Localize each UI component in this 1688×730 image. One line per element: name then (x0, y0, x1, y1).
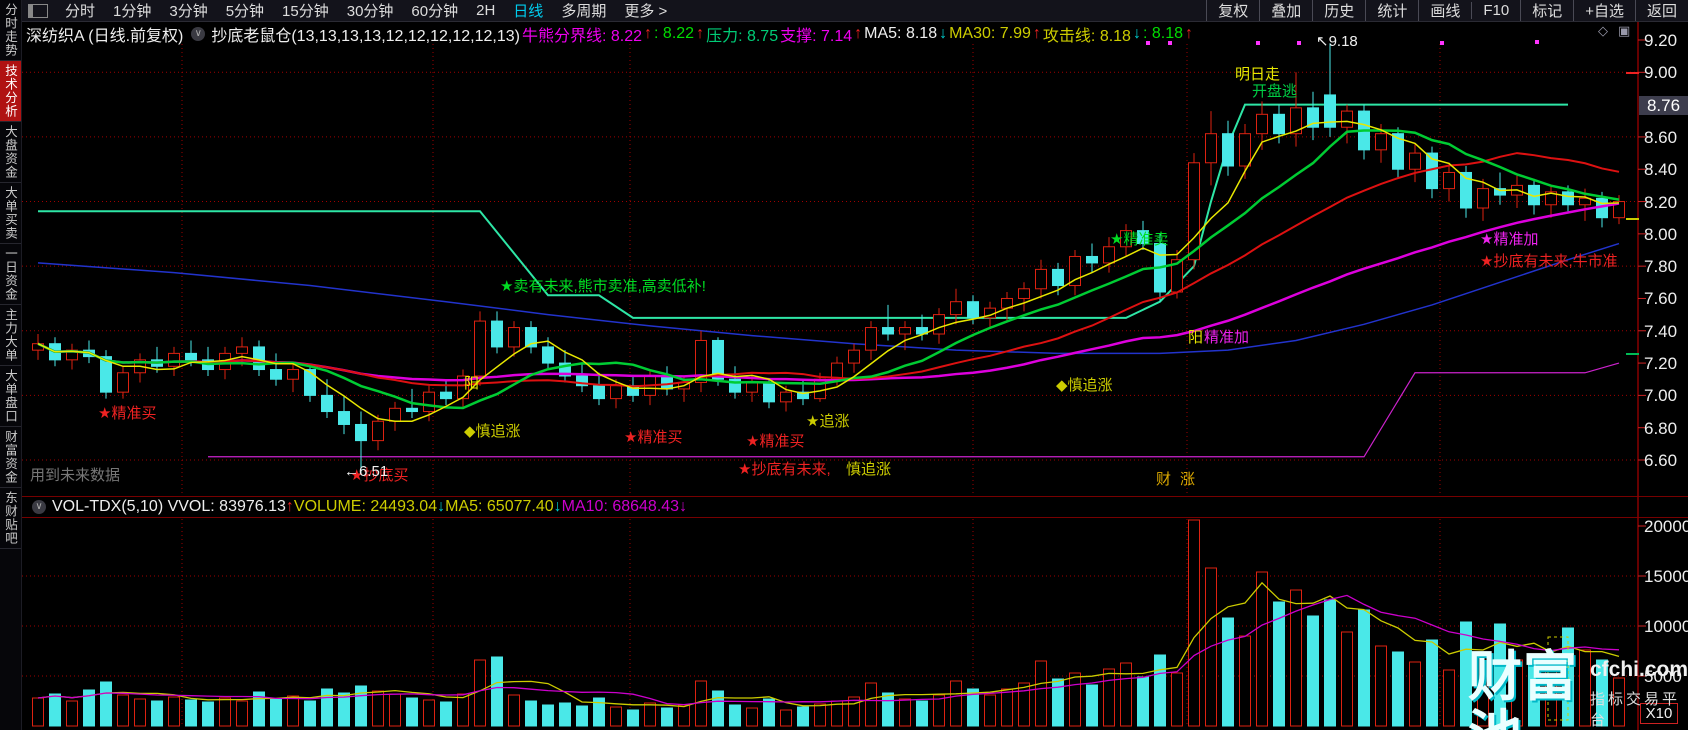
chart-annotation-7: ★抄底有未来, (738, 461, 831, 478)
volume-axis-label: 10000 (1644, 617, 1688, 636)
chart-annotation-8: 慎追涨 (846, 461, 892, 478)
price-axis-label: 7.80 (1644, 257, 1678, 277)
chart-annotation-10: ←6.51 (344, 463, 389, 480)
sidebar-item-1[interactable]: 技术分析 (0, 61, 21, 122)
title-segment-16: : 8.18 (1142, 25, 1183, 42)
chart-annotation-6: ★追涨 (806, 413, 850, 430)
volume-pane-header: ∨ VOL-TDX(5,10) VVOL: 83976.13 ↑ VOLUME: 2… (26, 498, 687, 516)
current-price-badge: 8.76 (1639, 95, 1688, 115)
volhdr-segment-6: MA10: 68648.43 (561, 498, 680, 515)
volhdr-segment-4: MA5: 65077.40 (445, 498, 554, 515)
chart-annotation-18: ↖9.18 (1316, 33, 1358, 50)
title-segment-6: ↑ (696, 25, 705, 42)
chart-annotation-3: ★精准买 (98, 405, 157, 422)
volhdr-segment-5: ↓ (553, 498, 562, 515)
title-segment-9: ↑ (854, 25, 863, 42)
chart-annotation-1: 阳 (464, 375, 480, 392)
price-axis-label: 7.60 (1644, 289, 1678, 309)
price-axis-label: 6.80 (1644, 418, 1678, 438)
watermark-domain: cfchi.com (1589, 658, 1688, 681)
price-axis-label: 8.40 (1644, 160, 1678, 180)
title-segment-15: ↓ (1132, 25, 1141, 42)
watermark: 财富池 cfchi.com 指标交易平台 (1468, 647, 1688, 730)
volhdr-segment-1: ↑ (285, 498, 294, 515)
chart-annotation-0: ★卖有未来,熊市卖准,高卖低补! (500, 278, 706, 295)
title-segment-14: 攻击线: 8.18 (1042, 28, 1131, 45)
price-axis-label: 8.00 (1644, 224, 1678, 244)
price-axis-label: 7.40 (1644, 321, 1678, 341)
sidebar-item-2[interactable]: 大盘资金 (0, 122, 21, 183)
price-axis-label: 6.60 (1644, 451, 1678, 470)
price-axis-label: 9.00 (1644, 63, 1678, 83)
price-axis-label: 9.20 (1644, 31, 1678, 50)
sidebar-item-5[interactable]: 主力大单 (0, 305, 21, 366)
title-segment-7: 压力: 8.75 (706, 28, 779, 45)
title-segment-3: 牛熊分界线: 8.22 (521, 28, 643, 45)
volume-axis-label: 15000 (1644, 567, 1688, 586)
chart-annotation-4: ★精准买 (624, 429, 683, 446)
chart-annotation-22: 涨 (1180, 471, 1196, 488)
indicator-titlebar: 深纺织A (日线.前复权) ∨ 抄底老鼠仓(13,13,13,13,12,12,12… (26, 24, 1195, 45)
title-segment-5: : 8.22 (654, 25, 695, 42)
chart-annotation-16: 明日走 (1235, 66, 1281, 83)
left-sidebar: 分时走势 技术分析 大盘资金 大单买卖 一日资金 主力大单 大单盘口 财富资金 东财贴吧 (0, 0, 22, 730)
sidebar-item-0[interactable]: 分时走势 (0, 0, 21, 61)
title-segment-11: ↓ (939, 25, 948, 42)
diamond-marker-icon[interactable]: ◇ (1598, 23, 1608, 39)
chart-annotation-2: ◆慎追涨 (464, 423, 521, 440)
chart-annotation-11: 用到未来数据 (30, 467, 121, 484)
title-segment-10: MA5: 8.18 (864, 25, 938, 42)
chart-annotation-13: 阳 (1188, 329, 1204, 346)
sidebar-item-4[interactable]: 一日资金 (0, 244, 21, 305)
pane-toggle-icon[interactable]: ▣ (1618, 23, 1630, 39)
sidebar-item-6[interactable]: 大单盘口 (0, 366, 21, 427)
volhdr-segment-0: VOL-TDX(5,10) VVOL: 83976.13 (52, 498, 286, 515)
chart-annotation-14: 精准加 (1204, 329, 1250, 346)
collapse-indicator-icon[interactable]: ∨ (32, 500, 46, 514)
chart-annotation-17: 开盘逃 (1252, 83, 1298, 100)
chart-annotation-15: ◆慎追涨 (1056, 377, 1113, 394)
volhdr-segment-7: ↓ (679, 498, 688, 515)
volhdr-segment-2: VOLUME: 24493.04 (293, 498, 438, 515)
sidebar-item-3[interactable]: 大单买卖 (0, 183, 21, 244)
title-segment-13: ↑ (1032, 25, 1041, 42)
chart-annotation-19: ★精准加 (1480, 231, 1539, 248)
trading-app-window: 分时走势 技术分析 大盘资金 大单买卖 一日资金 主力大单 大单盘口 财富资金 东财贴吧 分时 1… (0, 0, 1688, 730)
chart-annotation-20: ★抄底有未来,牛市准 (1480, 253, 1618, 270)
volume-axis-label: 20000 (1644, 517, 1688, 536)
chart-annotation-5: ★精准买 (746, 433, 805, 450)
price-axis-label: 7.00 (1644, 386, 1678, 406)
chart-area[interactable] (0, 0, 1688, 730)
title-segment-0: 深纺织A (日线.前复权) (26, 28, 184, 45)
title-segment-2: 抄底老鼠仓(13,13,13,13,12,12,12,12,12,13) (211, 28, 520, 45)
watermark-brand: 财富池 (1468, 647, 1578, 730)
title-segment-8: 支撑: 7.14 (780, 28, 853, 45)
title-segment-12: MA30: 7.99 (949, 25, 1031, 42)
collapse-indicator-icon[interactable]: ∨ (191, 27, 206, 41)
price-axis-label: 7.20 (1644, 354, 1678, 374)
watermark-tagline: 指标交易平台 (1589, 691, 1680, 729)
kline-volume-chart[interactable] (0, 0, 1688, 730)
sidebar-item-8[interactable]: 东财贴吧 (0, 488, 21, 549)
chart-annotation-21: 财 (1156, 471, 1172, 488)
title-segment-17: ↑ (1185, 25, 1193, 42)
title-segment-4: ↑ (644, 25, 653, 42)
sidebar-item-7[interactable]: 财富资金 (0, 427, 21, 488)
chart-annotation-12: ★精准卖 (1110, 231, 1169, 248)
price-axis-label: 8.60 (1644, 127, 1678, 147)
volhdr-segment-3: ↓ (437, 498, 446, 515)
price-axis-label: 8.20 (1644, 192, 1678, 212)
